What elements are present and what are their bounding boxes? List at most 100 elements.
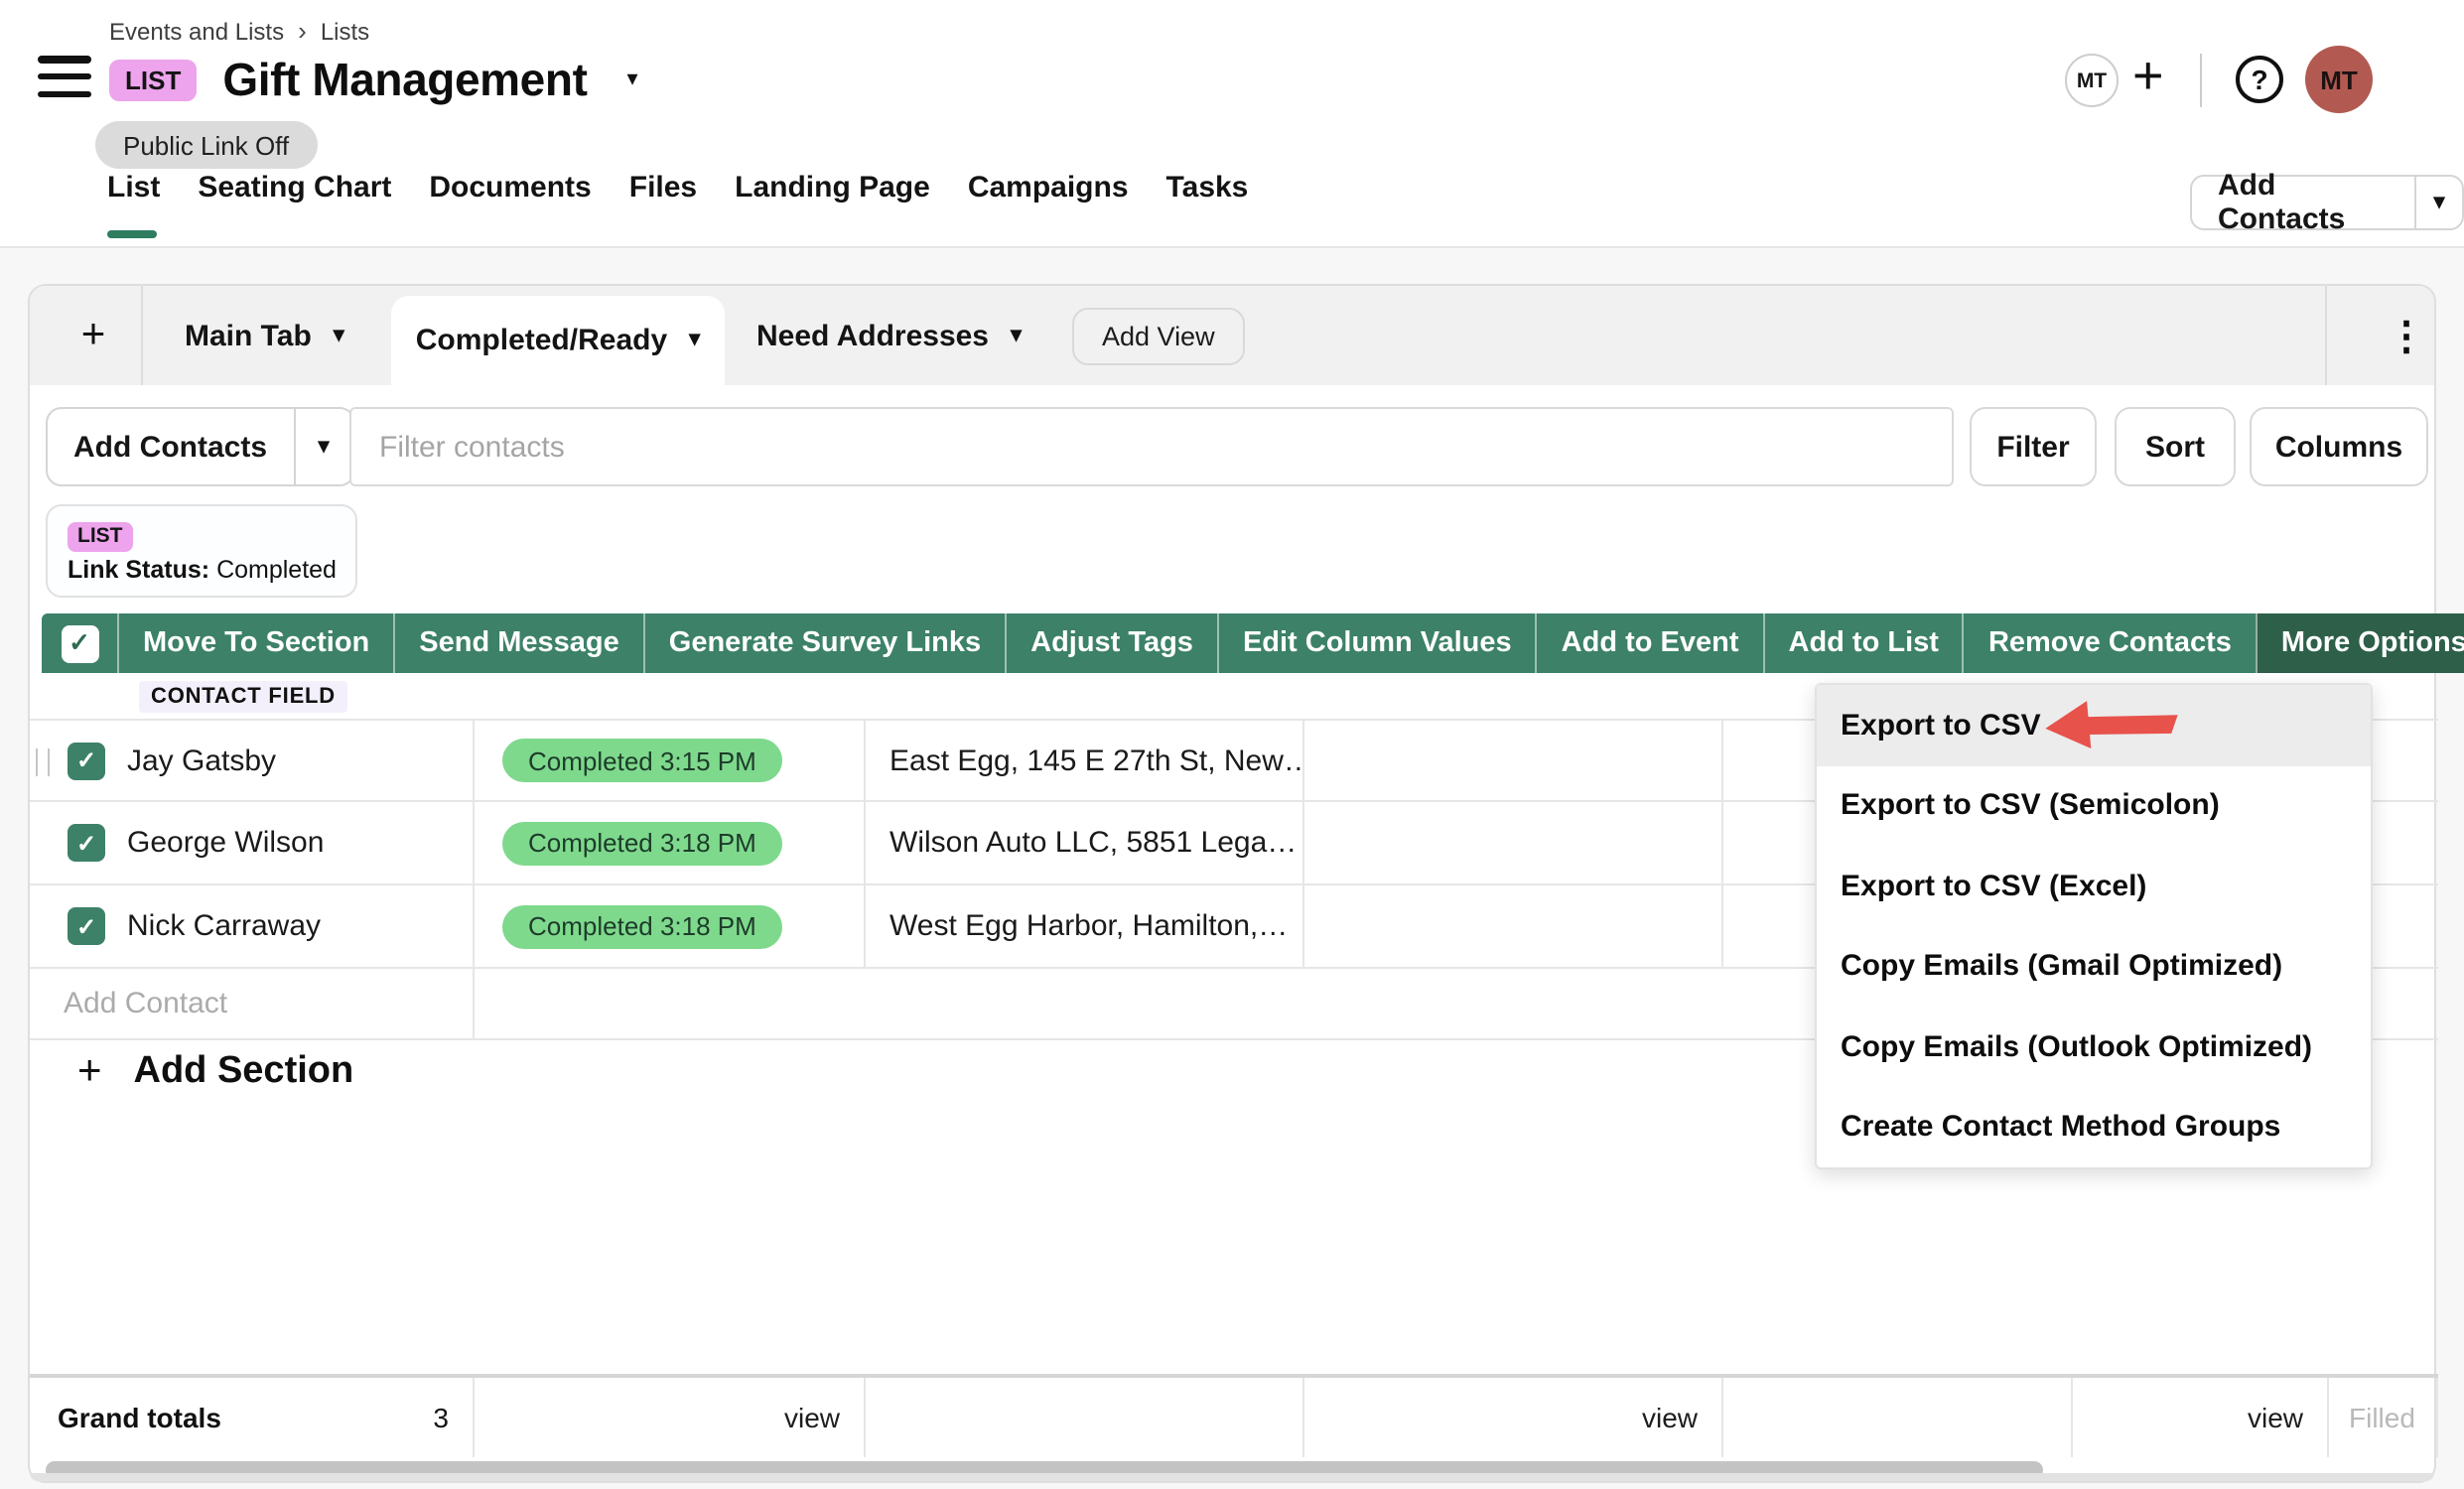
add-contact-cell[interactable]: Add Contact	[30, 969, 475, 1038]
empty-cell	[475, 969, 866, 1038]
add-contacts-caret-icon[interactable]: ▾	[2414, 177, 2462, 228]
breadcrumb-lists[interactable]: Lists	[321, 17, 369, 45]
remove-contacts-button[interactable]: Remove Contacts	[1963, 613, 2256, 673]
survey-status-cell[interactable]: Completed 3:18 PM	[475, 885, 866, 967]
bulk-action-bar: ✓ Move To Section Send Message Generate …	[42, 613, 2373, 673]
empty-cell[interactable]	[1304, 885, 1723, 967]
drag-handle-icon[interactable]	[36, 748, 50, 776]
active-nav-tab-underline	[107, 230, 157, 238]
contact-field-column-header: CONTACT FIELD	[139, 681, 347, 713]
nav-tab-campaigns[interactable]: Campaigns	[968, 171, 1129, 204]
view-link[interactable]: view	[2248, 1402, 2303, 1433]
tab-caret-down-icon[interactable]: ▾	[1011, 325, 1022, 346]
add-contacts-label[interactable]: Add Contacts	[2192, 177, 2414, 228]
panel-kebab-menu-icon[interactable]: ⋮	[2373, 286, 2440, 385]
row-checkbox[interactable]: ✓	[68, 742, 105, 779]
contact-name: Nick Carraway	[127, 909, 321, 943]
empty-cell[interactable]	[1304, 802, 1723, 883]
view-link[interactable]: view	[784, 1402, 840, 1433]
filter-button[interactable]: Filter	[1970, 407, 2097, 486]
menu-item-copy-emails-gmail[interactable]: Copy Emails (Gmail Optimized)	[1817, 926, 2371, 1007]
totals-filled-cell: Filled	[2329, 1378, 2438, 1457]
nav-tab-seating-chart[interactable]: Seating Chart	[198, 171, 391, 204]
view-tab-completed-ready-active[interactable]: Completed/Ready ▾	[391, 296, 725, 385]
add-contacts-caret-icon[interactable]: ▾	[293, 409, 352, 484]
view-link[interactable]: view	[1642, 1402, 1698, 1433]
select-all-cell: ✓	[42, 613, 117, 673]
help-icon[interactable]: ?	[2236, 56, 2283, 103]
nav-tabs: List Seating Chart Documents Files Landi…	[107, 171, 1248, 204]
view-tab-need-addresses[interactable]: Need Addresses ▾	[756, 286, 1022, 385]
link-status-filter-chip[interactable]: LIST Link Status: Completed	[46, 504, 358, 598]
select-all-checkbox[interactable]: ✓	[61, 624, 98, 662]
tab-caret-down-icon[interactable]: ▾	[689, 330, 700, 351]
nav-tab-list[interactable]: List	[107, 171, 160, 204]
totals-empty-cell	[1723, 1378, 2073, 1457]
plus-icon: +	[77, 1048, 102, 1096]
adjust-tags-button[interactable]: Adjust Tags	[1005, 613, 1217, 673]
nav-tab-tasks[interactable]: Tasks	[1166, 171, 1249, 204]
add-to-list-button[interactable]: Add to List	[1763, 613, 1963, 673]
tab-caret-down-icon[interactable]: ▾	[334, 325, 344, 346]
nav-tab-documents[interactable]: Documents	[429, 171, 591, 204]
contact-name-cell[interactable]: ✓ Nick Carraway	[30, 885, 475, 967]
move-to-section-button[interactable]: Move To Section	[117, 613, 393, 673]
header: Events and Lists › Lists LIST Gift Manag…	[0, 0, 2464, 248]
page-title: Gift Management	[222, 54, 587, 107]
totals-view-cell: view	[2073, 1378, 2329, 1457]
survey-status-cell[interactable]: Completed 3:18 PM	[475, 802, 866, 883]
breadcrumb: Events and Lists › Lists	[109, 16, 369, 46]
app: Events and Lists › Lists LIST Gift Manag…	[0, 0, 2464, 1489]
breadcrumb-events-and-lists[interactable]: Events and Lists	[109, 17, 284, 45]
row-checkbox[interactable]: ✓	[68, 907, 105, 945]
view-tab-main[interactable]: Main Tab ▾	[185, 286, 344, 385]
filter-contacts-input[interactable]	[349, 407, 1954, 486]
collaborator-avatar[interactable]: MT	[2065, 54, 2119, 107]
scrollbar-track	[30, 1473, 2434, 1481]
generate-survey-links-button[interactable]: Generate Survey Links	[643, 613, 1005, 673]
add-section-button[interactable]: + Add Section	[77, 1048, 353, 1096]
add-tab-icon[interactable]: +	[54, 286, 133, 385]
contact-name-cell[interactable]: ✓ George Wilson	[30, 802, 475, 883]
totals-empty-cell	[866, 1378, 1304, 1457]
list-type-badge: LIST	[109, 60, 197, 101]
menu-item-create-contact-method-groups[interactable]: Create Contact Method Groups	[1817, 1087, 2371, 1167]
grand-totals-count: 3	[433, 1402, 449, 1433]
sort-button[interactable]: Sort	[2115, 407, 2236, 486]
row-checkbox[interactable]: ✓	[68, 824, 105, 862]
columns-button[interactable]: Columns	[2250, 407, 2428, 486]
hamburger-menu-icon[interactable]	[38, 56, 93, 101]
nav-tab-files[interactable]: Files	[629, 171, 697, 204]
add-contacts-label[interactable]: Add Contacts	[48, 409, 293, 484]
filled-label: Filled	[2329, 1402, 2415, 1433]
nav-tab-landing-page[interactable]: Landing Page	[735, 171, 930, 204]
user-avatar[interactable]: MT	[2305, 46, 2373, 113]
add-collaborator-icon[interactable]: +	[2132, 50, 2164, 103]
address-cell[interactable]: West Egg Harbor, Hamilton,…	[866, 885, 1304, 967]
empty-cell[interactable]	[1304, 721, 1723, 800]
status-badge: Completed 3:18 PM	[502, 904, 782, 948]
edit-column-values-button[interactable]: Edit Column Values	[1217, 613, 1536, 673]
title-caret-down-icon[interactable]: ▾	[627, 69, 638, 91]
add-contacts-button[interactable]: Add Contacts ▾	[46, 407, 354, 486]
public-link-status-pill[interactable]: Public Link Off	[95, 121, 317, 169]
address-cell[interactable]: East Egg, 145 E 27th St, New…	[866, 721, 1304, 800]
toolbar: Add Contacts ▾ Filter Sort Columns	[46, 407, 2426, 486]
more-options-button[interactable]: More Options	[2256, 613, 2464, 673]
menu-item-copy-emails-outlook[interactable]: Copy Emails (Outlook Optimized)	[1817, 1007, 2371, 1087]
add-to-event-button[interactable]: Add to Event	[1536, 613, 1763, 673]
menu-item-export-to-csv-excel[interactable]: Export to CSV (Excel)	[1817, 846, 2371, 926]
add-view-button[interactable]: Add View	[1072, 308, 1245, 365]
contact-name-cell[interactable]: ✓ Jay Gatsby	[30, 721, 475, 800]
tab-strip-divider	[141, 286, 143, 385]
title-row: LIST Gift Management ▾	[109, 54, 638, 107]
address-cell[interactable]: Wilson Auto LLC, 5851 Lega…	[866, 802, 1304, 883]
contact-name: George Wilson	[127, 826, 324, 860]
send-message-button[interactable]: Send Message	[393, 613, 643, 673]
tab-strip-divider	[2325, 286, 2327, 385]
survey-status-cell[interactable]: Completed 3:15 PM	[475, 721, 866, 800]
filter-chip-text: Link Status: Completed	[68, 556, 337, 584]
add-contacts-button-top[interactable]: Add Contacts ▾	[2190, 175, 2464, 230]
menu-item-export-to-csv-semicolon[interactable]: Export to CSV (Semicolon)	[1817, 765, 2371, 846]
more-options-menu: Export to CSV Export to CSV (Semicolon) …	[1815, 683, 2373, 1169]
